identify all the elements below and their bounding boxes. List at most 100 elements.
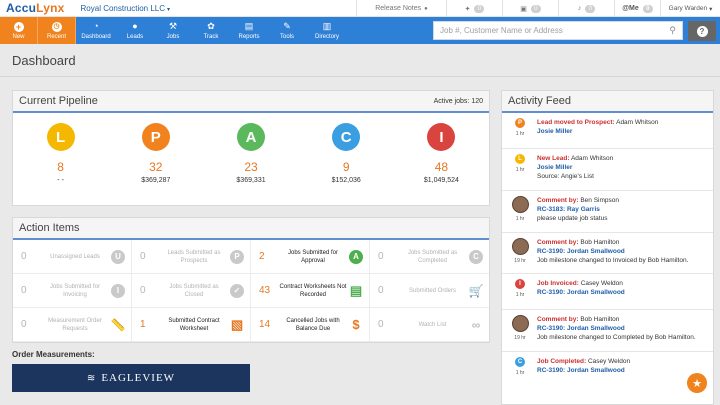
nav-jobs[interactable]: ⚒ Jobs (154, 17, 192, 44)
feed-link[interactable]: RC-3190: Jordan Smallwood (537, 289, 625, 296)
pipeline-panel: Current Pipeline Active jobs: 120 L 8 - … (12, 90, 490, 206)
action-count: 1 (140, 319, 146, 330)
recent-label: Recent (46, 33, 66, 40)
stage-count[interactable]: 48 (435, 160, 448, 174)
star-icon[interactable]: ★ (687, 373, 707, 393)
feed-item[interactable]: L 1 hr New Lead: Adam Whitson Josie Miller… (502, 149, 713, 191)
feed-item[interactable]: 1 hr Comment by: Ben Simpson RC-3183: Ray… (502, 191, 713, 233)
stage-badge[interactable]: P (141, 123, 170, 151)
action-count: 14 (259, 319, 271, 330)
action-watch-list[interactable]: 0 Watch List ∞ (370, 308, 489, 342)
feed-item[interactable]: 19 hr Comment by: Bob Hamilton RC-3190: J… (502, 233, 713, 274)
question-icon: ? (696, 25, 708, 37)
action-items-panel: Action Items 0 Unassigned Leads U 0 Leads S… (12, 217, 490, 343)
action-label: Unassigned Leads (50, 253, 100, 260)
stage-badge[interactable]: A (237, 123, 265, 151)
action-count: 0 (21, 251, 27, 262)
feed-event: New Lead: (537, 155, 570, 162)
search-placeholder: Job #, Customer Name or Address (440, 26, 563, 35)
feed-event: Comment by: (537, 316, 579, 323)
stage-invoiced[interactable]: I 48 $1,049,524 (394, 123, 489, 184)
order-measurements-label: Order Measurements: (12, 350, 95, 359)
new-button[interactable]: + New (0, 17, 38, 44)
feed-item[interactable]: P 1 hr Lead moved to Prospect: Adam Whits… (502, 113, 713, 149)
binoculars-icon: ∞ (471, 317, 481, 332)
stage-prospects[interactable]: P 32 $369,287 (108, 123, 203, 184)
nav-label: Tools (279, 34, 294, 40)
feed-time: 1 hr (515, 131, 525, 137)
company-selector[interactable]: Royal Construction LLC ▾ (81, 4, 171, 13)
stage-approved[interactable]: A 23 $369,331 (203, 123, 298, 184)
action-count: 43 (259, 285, 271, 296)
chevron-down-icon: ▾ (709, 5, 713, 13)
stage-leads[interactable]: L 8 - - (13, 123, 108, 184)
stage-badge[interactable]: L (46, 123, 75, 151)
mentions-count-badge: 0 (642, 4, 653, 13)
feed-detail: Source: Angie's List (537, 173, 594, 180)
mentions-button[interactable]: @Me 0 (614, 0, 660, 17)
pin-icon: ✦ (464, 5, 471, 13)
feed-detail: please update job status (537, 215, 608, 222)
activity-feed-panel: Activity Feed P 1 hr Lead moved to Prospe… (501, 90, 714, 405)
cart-icon: 🛒 (468, 283, 484, 298)
action-label: Jobs Submitted as Closed (169, 283, 219, 298)
help-button[interactable]: ? (688, 21, 716, 41)
feed-link[interactable]: Josie Miller (537, 128, 572, 135)
action-submitted-contract[interactable]: 1 Submitted Contract Worksheet ▧ (132, 308, 251, 342)
feed-actor: Bob Hamilton (580, 239, 620, 246)
pin-notifications[interactable]: ✦ 0 (446, 0, 502, 17)
stage-count[interactable]: 9 (343, 160, 350, 174)
stage-amount: $369,287 (141, 177, 171, 184)
release-notes-link[interactable]: Release Notes ● (356, 0, 446, 17)
invoiced-dot-icon: I (515, 279, 525, 289)
stage-count[interactable]: 32 (149, 160, 162, 174)
nav-tools[interactable]: ✎ Tools (268, 17, 306, 44)
action-unassigned-leads[interactable]: 0 Unassigned Leads U (13, 240, 132, 274)
nav-dashboard[interactable]: ◔ Dashboard (76, 17, 116, 44)
action-measurement-requests[interactable]: 0 Measurement Order Requests 📏 (13, 308, 132, 342)
action-jobs-approval[interactable]: 2 Jobs Submitted for Approval A (251, 240, 370, 274)
dollar-icon: $ (352, 317, 360, 332)
action-cancelled-balance[interactable]: 14 Cancelled Jobs with Balance Due $ (251, 308, 370, 342)
nav-reports[interactable]: ▤ Reports (230, 17, 268, 44)
feed-link[interactable]: RC-3183: Ray Garris (537, 206, 600, 213)
nav-label: Jobs (166, 34, 180, 40)
action-leads-prospects[interactable]: 0 Leads Submitted as Prospects P (132, 240, 251, 274)
feed-item[interactable]: 19 hr Comment by: Bob Hamilton RC-3190: J… (502, 310, 713, 352)
action-jobs-closed[interactable]: 0 Jobs Submitted as Closed ✓ (132, 274, 251, 308)
acculynx-logo[interactable]: AccuLynx (6, 1, 65, 15)
activity-feed-list: P 1 hr Lead moved to Prospect: Adam Whits… (502, 113, 713, 384)
stage-badge[interactable]: C (332, 123, 361, 151)
recent-button[interactable]: ◷ Recent (38, 17, 76, 44)
search-icon[interactable]: ⚲ (669, 25, 676, 36)
pipeline-stages: L 8 - - P 32 $369,287 A 23 $369,331 C 9 … (13, 113, 489, 184)
feed-actor: Bob Hamilton (580, 316, 620, 323)
stage-count[interactable]: 23 (244, 160, 257, 174)
nav-directory[interactable]: ▥ Directory (306, 17, 348, 44)
ruler-icon: 📏 (110, 317, 126, 332)
nav-leads[interactable]: ● Leads (116, 17, 154, 44)
feed-item[interactable]: C 1 hr Job Completed: Casey Weldon RC-3190… (502, 352, 713, 384)
calendar-notifications[interactable]: ▣ 0 (502, 0, 558, 17)
stage-count[interactable]: 8 (57, 160, 64, 174)
feed-link[interactable]: Josie Miller (537, 164, 572, 171)
user-menu[interactable]: Gary Warden ▾ (660, 0, 720, 17)
feed-link[interactable]: RC-3190: Jordan Smallwood (537, 248, 625, 255)
feed-event: Job Invoiced: (537, 280, 579, 287)
eagleview-button[interactable]: ≋ EAGLEVIEW (12, 364, 250, 392)
action-label: Cancelled Jobs with Balance Due (286, 317, 340, 332)
action-contract-worksheets[interactable]: 43 Contract Worksheets Not Recorded ▤ (251, 274, 370, 308)
feed-item[interactable]: I 1 hr Job Invoiced: Casey Weldon RC-3190:… (502, 274, 713, 310)
activity-feed-header: Activity Feed (502, 91, 713, 113)
search-input[interactable]: Job #, Customer Name or Address ⚲ (433, 21, 683, 40)
nav-track[interactable]: ✿ Track (192, 17, 230, 44)
stage-completed[interactable]: C 9 $152,036 (299, 123, 394, 184)
feed-link[interactable]: RC-3190: Jordan Smallwood (537, 325, 625, 332)
stage-badge[interactable]: I (427, 123, 456, 151)
action-submitted-orders[interactable]: 0 Submitted Orders 🛒 (370, 274, 489, 308)
feed-link[interactable]: RC-3190: Jordan Smallwood (537, 367, 625, 374)
action-jobs-invoicing[interactable]: 0 Jobs Submitted for Invoicing I (13, 274, 132, 308)
bell-notifications[interactable]: ♪ 0 (558, 0, 614, 17)
lead-dot-icon: L (515, 154, 525, 164)
action-jobs-completed[interactable]: 0 Jobs Submitted as Completed C (370, 240, 489, 274)
